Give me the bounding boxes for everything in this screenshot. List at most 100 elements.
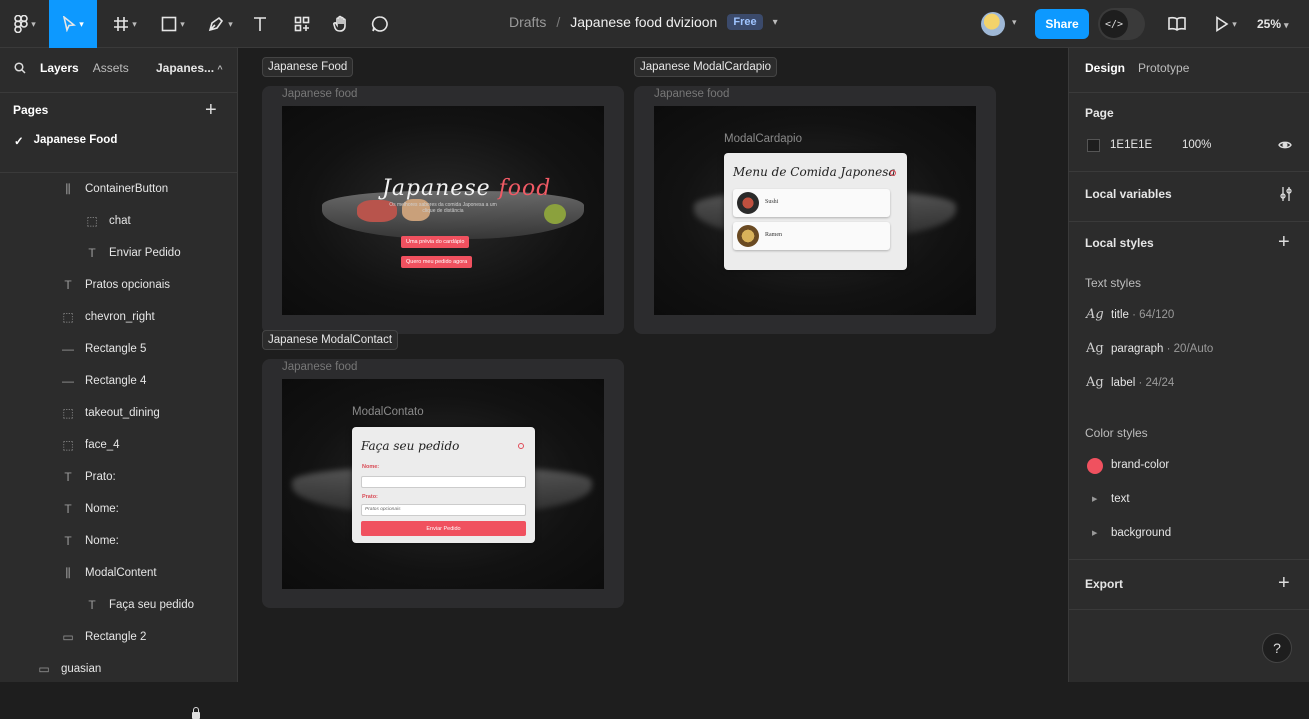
text-layer-icon: T <box>64 534 72 548</box>
component-placeholder-icon: ⬚ <box>62 310 74 324</box>
pen-tool-button[interactable]: ▾ <box>201 0 239 48</box>
frame-japanese-food[interactable]: Japanese food Japanese food Os melhores … <box>262 86 624 334</box>
layer-row[interactable]: ⫼ ContainerButton <box>61 173 168 205</box>
add-export-icon[interactable]: + <box>1278 573 1290 593</box>
color-style-text[interactable]: text <box>1111 493 1130 505</box>
hero-title: Japanese food <box>382 176 551 201</box>
add-style-icon[interactable]: + <box>1278 232 1290 252</box>
frame-tool-button[interactable]: ▾ <box>107 0 143 48</box>
page-item-label: Japanese Food <box>33 134 118 146</box>
text-style-label[interactable]: label · 24/24 <box>1111 377 1174 389</box>
close-icon[interactable] <box>890 170 896 176</box>
tab-assets[interactable]: Assets <box>93 61 129 75</box>
search-icon[interactable] <box>14 62 26 74</box>
dev-mode-toggle[interactable]: </> <box>1098 8 1145 40</box>
layer-row[interactable]: ⬚ chevron_right <box>61 301 154 333</box>
share-button[interactable]: Share <box>1035 9 1089 39</box>
chevron-down-icon: ▾ <box>79 18 84 29</box>
chevron-down-icon: ▾ <box>1232 18 1237 29</box>
frame-tag-japanese-food[interactable]: Japanese Food <box>262 57 354 77</box>
layer-row[interactable]: T Nome: <box>61 493 119 525</box>
zoom-value: 25% <box>1257 17 1282 31</box>
page-color-swatch[interactable] <box>1087 139 1100 152</box>
layer-name: Prato: <box>85 471 116 483</box>
chevron-right-icon[interactable]: ▶ <box>1092 495 1097 503</box>
frame-modal-contact[interactable]: Japanese food ModalContato Faça seu pedi… <box>262 359 624 608</box>
dish-select[interactable]: Pratos opcionais <box>361 504 526 516</box>
menu-item[interactable]: Sushi <box>733 189 890 217</box>
lock-icon[interactable] <box>192 707 200 719</box>
frame-tag-modal-cardapio[interactable]: Japanese ModalCardapio <box>634 57 778 77</box>
text-style-name: label <box>1111 377 1136 389</box>
layer-row[interactable]: T Faça seu pedido <box>85 589 194 621</box>
color-style-background[interactable]: background <box>1111 527 1171 539</box>
avatar[interactable] <box>981 12 1005 36</box>
page-item-japanese-food[interactable]: ✓ Japanese Food <box>14 134 117 148</box>
text-style-title[interactable]: title · 64/120 <box>1111 309 1174 321</box>
eye-icon[interactable] <box>1278 139 1292 151</box>
menu-item[interactable]: Ramen <box>733 222 890 250</box>
help-button[interactable]: ? <box>1262 633 1292 663</box>
variables-settings-icon[interactable] <box>1279 186 1293 202</box>
add-page-icon[interactable]: + <box>205 100 217 120</box>
library-button[interactable] <box>1166 0 1188 48</box>
layer-row[interactable]: — Rectangle 5 <box>61 333 146 365</box>
zoom-level[interactable]: 25% ▾ <box>1257 17 1289 31</box>
layer-row[interactable]: ▭ Rectangle 2 <box>61 621 146 653</box>
auto-layout-icon: ⫼ <box>65 565 71 580</box>
shape-tool-button[interactable]: ▾ <box>155 0 191 48</box>
frame-title: Japanese food <box>282 361 358 373</box>
breadcrumb-drafts[interactable]: Drafts <box>509 14 546 30</box>
layer-name: Nome: <box>85 503 119 515</box>
rectangle-icon: ▭ <box>62 630 74 644</box>
present-button[interactable]: ▾ <box>1210 0 1242 48</box>
layer-row[interactable]: ⬚ takeout_dining <box>61 397 159 429</box>
hand-tool-icon <box>333 15 346 32</box>
layer-row[interactable]: ⫼ ModalContent <box>61 557 156 589</box>
local-variables-heading[interactable]: Local variables <box>1085 187 1172 201</box>
frame-tag-modal-contact[interactable]: Japanese ModalContact <box>262 330 399 350</box>
submit-order-button[interactable]: Enviar Pedido <box>361 521 526 536</box>
file-menu-chevron-icon[interactable]: ▾ <box>773 17 778 28</box>
chevron-down-icon[interactable]: ▾ <box>1012 17 1017 28</box>
layer-row[interactable]: — Rectangle 4 <box>61 365 146 397</box>
play-icon <box>1216 16 1229 32</box>
modal-label: ModalCardapio <box>724 133 802 145</box>
text-style-paragraph[interactable]: paragraph · 20/Auto <box>1111 343 1213 355</box>
file-name[interactable]: Japanese food dvizioon <box>570 14 717 30</box>
text-tool-icon <box>254 17 266 31</box>
hand-tool-button[interactable] <box>330 0 352 48</box>
layer-row[interactable]: T Pratos opcionais <box>61 269 170 301</box>
order-now-button[interactable]: Quero meu pedido agora <box>401 256 473 268</box>
layer-row[interactable]: ⬚ chat <box>85 205 130 237</box>
resources-button[interactable] <box>292 0 312 48</box>
color-style-brand[interactable]: brand-color <box>1111 459 1169 471</box>
name-input[interactable] <box>361 476 526 488</box>
figma-menu-button[interactable]: ▾ <box>6 0 44 48</box>
tab-layers[interactable]: Layers <box>40 61 79 75</box>
layer-row[interactable]: T Prato: <box>61 461 116 493</box>
divider <box>1069 559 1309 560</box>
wasabi-image <box>544 204 566 224</box>
layer-name: Enviar Pedido <box>109 247 181 259</box>
chevron-right-icon[interactable]: ▶ <box>1092 529 1097 537</box>
text-style-name: paragraph <box>1111 343 1164 355</box>
chevron-down-icon: ▾ <box>132 18 137 29</box>
layer-row[interactable]: T Enviar Pedido <box>85 237 181 269</box>
layer-row[interactable]: ▭ guasian <box>37 653 101 685</box>
tab-design[interactable]: Design <box>1085 61 1125 75</box>
layer-row[interactable]: ⬚ face_4 <box>61 429 119 461</box>
layer-row[interactable]: T Nome: <box>61 525 119 557</box>
canvas[interactable]: Japanese Food Japanese food Japanese foo… <box>238 48 1068 682</box>
page-opacity-value[interactable]: 100% <box>1182 139 1211 151</box>
text-tool-button[interactable] <box>250 0 270 48</box>
frame-modal-cardapio[interactable]: Japanese food ModalCardapio Menu de Comi… <box>634 86 996 334</box>
page-color-value[interactable]: 1E1E1E <box>1110 139 1152 151</box>
page-selector[interactable]: Japanes... ^ <box>156 61 223 75</box>
frame-title: Japanese food <box>282 88 358 100</box>
close-icon[interactable] <box>518 443 524 449</box>
comment-tool-button[interactable] <box>369 0 391 48</box>
move-tool-button[interactable]: ▾ <box>49 0 97 48</box>
tab-prototype[interactable]: Prototype <box>1138 61 1189 75</box>
menu-preview-button[interactable]: Uma prévia do cardápio <box>401 236 470 248</box>
